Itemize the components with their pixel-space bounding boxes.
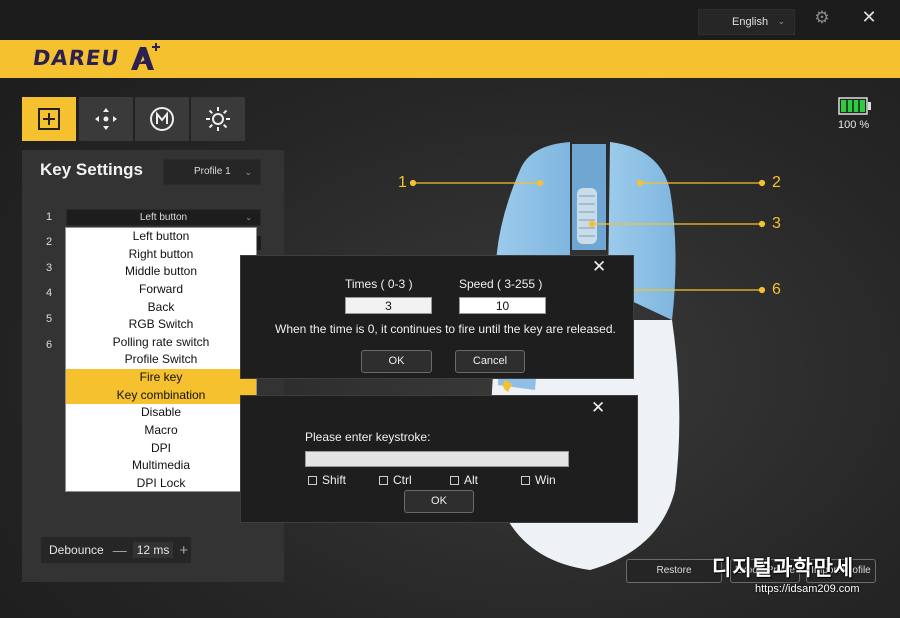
checkbox-box — [450, 475, 459, 485]
close-window-icon[interactable]: ✕ — [858, 7, 880, 29]
key2-select-edge[interactable] — [257, 236, 261, 250]
macro-tab[interactable] — [135, 97, 189, 141]
chevron-down-icon: ⌄ — [245, 213, 252, 222]
dropdown-option[interactable]: Macro — [66, 422, 256, 440]
dropdown-option[interactable]: Middle button — [66, 263, 256, 281]
callout-label: 1 — [398, 174, 407, 191]
fire-key-dialog — [240, 255, 634, 379]
dropdown-option[interactable]: DPI Lock — [66, 475, 256, 493]
callout-label: 6 — [772, 281, 781, 298]
dropdown-option[interactable]: Key combination — [66, 386, 256, 405]
dropdown-option[interactable]: Back — [66, 299, 256, 317]
debounce-value[interactable]: 12 ms — [132, 542, 174, 558]
language-value: English — [732, 16, 769, 28]
dropdown-option[interactable]: RGB Switch — [66, 316, 256, 334]
dropdown-option[interactable]: Right button — [66, 246, 256, 264]
panel-title: Key Settings — [40, 160, 143, 179]
macro-m-icon — [150, 107, 174, 131]
debounce-increase-button[interactable]: + — [179, 542, 188, 559]
chevron-down-icon: ⌄ — [777, 16, 785, 26]
key-number: 2 — [46, 236, 53, 248]
battery-icon — [838, 97, 871, 115]
chevron-down-icon: ⌄ — [244, 167, 252, 177]
speed-label: Speed ( 3-255 ) — [459, 277, 543, 291]
callout-label: 2 — [772, 174, 781, 191]
key-number: 3 — [46, 262, 53, 274]
key-number: 5 — [46, 313, 53, 325]
dpi-tab[interactable] — [79, 97, 133, 141]
plus-square-icon — [38, 108, 60, 130]
profile-value: Profile 1 — [194, 166, 231, 177]
key-number: 4 — [46, 287, 53, 299]
brightness-icon — [206, 107, 230, 131]
key-number: 6 — [46, 339, 53, 351]
callout-label: 3 — [772, 215, 781, 232]
settings-gear-icon[interactable]: ⚙ — [812, 8, 832, 28]
alt-label: Alt — [464, 473, 479, 487]
debounce-decrease-button[interactable]: — — [113, 542, 127, 558]
move-arrows-icon — [95, 108, 117, 130]
dropdown-option[interactable]: DPI — [66, 440, 256, 458]
debounce-label: Debounce — [49, 543, 104, 557]
logo-a-plus-icon — [131, 43, 160, 70]
dropdown-option[interactable]: Polling rate switch — [66, 334, 256, 352]
alt-checkbox[interactable]: Alt — [450, 473, 478, 487]
ctrl-checkbox[interactable]: Ctrl — [379, 473, 412, 487]
keystroke-prompt: Please enter keystroke: — [305, 430, 431, 444]
keystroke-input[interactable] — [305, 451, 569, 467]
dropdown-option[interactable]: Fire key — [66, 369, 256, 387]
key-settings-tab[interactable] — [22, 97, 76, 141]
fire-ok-button[interactable]: OK — [361, 350, 432, 373]
shift-label: Shift — [322, 473, 347, 487]
key1-assignment-select[interactable]: Left button ⌄ — [66, 209, 261, 226]
watermark-title: 디지털과학만세 — [712, 557, 855, 580]
key1-value: Left button — [139, 212, 188, 223]
dropdown-option[interactable]: Left button — [66, 228, 256, 246]
speed-input[interactable]: 10 — [459, 297, 546, 314]
language-select[interactable]: English ⌄ — [698, 9, 795, 35]
close-icon[interactable]: ✕ — [592, 258, 606, 275]
watermark-url: https://idsam209.com — [755, 583, 860, 595]
checkbox-box — [308, 475, 317, 485]
checkbox-box — [379, 475, 388, 485]
battery-percentage: 100 % — [838, 119, 870, 131]
win-label: Win — [535, 473, 556, 487]
fire-note: When the time is 0, it continues to fire… — [275, 322, 616, 336]
times-input[interactable]: 3 — [345, 297, 432, 314]
combo-ok-button[interactable]: OK — [404, 490, 474, 513]
profile-select[interactable]: Profile 1 ⌄ — [163, 159, 261, 185]
brand-logo: DAREU — [31, 46, 121, 70]
fire-cancel-button[interactable]: Cancel — [455, 350, 525, 373]
restore-button[interactable]: Restore — [626, 559, 722, 583]
key-function-dropdown[interactable]: Left button Right button Middle button Forw… — [65, 227, 257, 492]
lighting-tab[interactable] — [191, 97, 245, 141]
shift-checkbox[interactable]: Shift — [308, 473, 346, 487]
dropdown-option[interactable]: Disable — [66, 404, 256, 422]
win-checkbox[interactable]: Win — [521, 473, 556, 487]
close-icon[interactable]: ✕ — [591, 399, 605, 416]
ctrl-label: Ctrl — [393, 473, 412, 487]
checkbox-box — [521, 475, 530, 485]
key-number: 1 — [46, 211, 53, 223]
dropdown-option[interactable]: Multimedia — [66, 457, 256, 475]
dropdown-option[interactable]: Profile Switch — [66, 351, 256, 369]
debounce-control: Debounce — 12 ms + — [41, 537, 191, 563]
dropdown-option[interactable]: Forward — [66, 281, 256, 299]
times-label: Times ( 0-3 ) — [345, 277, 413, 291]
